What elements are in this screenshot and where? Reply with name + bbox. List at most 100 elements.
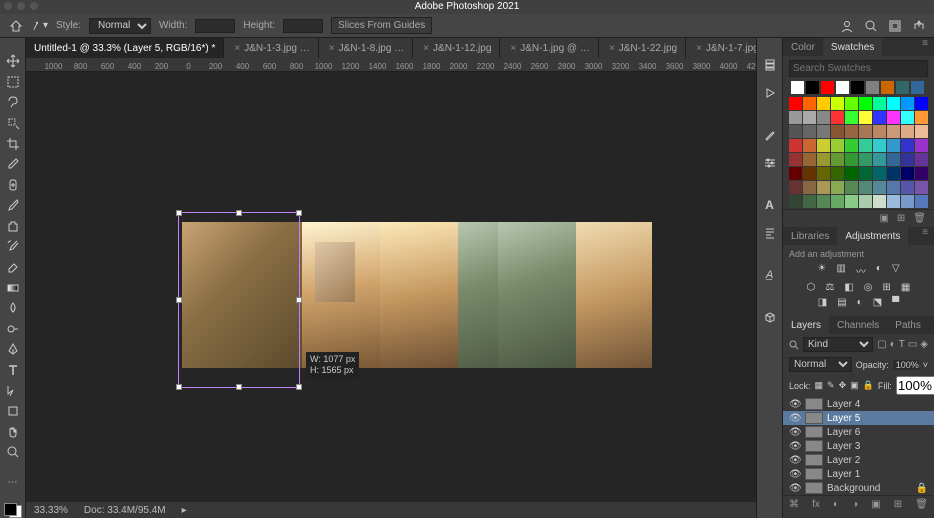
swatch[interactable]: [887, 139, 900, 152]
swatch[interactable]: [887, 167, 900, 180]
swatch[interactable]: [831, 167, 844, 180]
fill-input[interactable]: [896, 376, 934, 395]
blur-tool-icon[interactable]: [2, 301, 24, 316]
gradient-tool-icon[interactable]: [2, 280, 24, 295]
swatch[interactable]: [803, 125, 816, 138]
clone-tool-icon[interactable]: [2, 219, 24, 234]
swatch[interactable]: [831, 125, 844, 138]
hue-icon[interactable]: ⬡: [807, 282, 816, 293]
levels-icon[interactable]: ▥: [836, 263, 845, 278]
actions-panel-icon[interactable]: [759, 82, 781, 104]
color-swatch[interactable]: [4, 503, 22, 518]
swatch[interactable]: [817, 181, 830, 194]
swatch[interactable]: [887, 181, 900, 194]
workspace-icon[interactable]: [888, 19, 902, 33]
swatch[interactable]: [859, 125, 872, 138]
swatch[interactable]: [915, 181, 928, 194]
document-tab[interactable]: Untitled-1 @ 33.3% (Layer 5, RGB/16*) *: [26, 38, 224, 58]
paragraph-panel-icon[interactable]: [759, 222, 781, 244]
swatch[interactable]: [831, 111, 844, 124]
placed-image[interactable]: [182, 222, 302, 368]
exposure-icon[interactable]: ◐: [876, 263, 882, 278]
panel-menu-icon[interactable]: ≡: [916, 227, 934, 245]
colorbalance-icon[interactable]: ⚖: [825, 282, 834, 293]
shape-tool-icon[interactable]: [2, 404, 24, 419]
swatch[interactable]: [915, 125, 928, 138]
crop-tool-icon[interactable]: [2, 136, 24, 151]
eraser-tool-icon[interactable]: [2, 260, 24, 275]
tab-layers[interactable]: Layers: [783, 316, 829, 334]
swatch-search[interactable]: [789, 60, 928, 77]
width-input[interactable]: [195, 19, 235, 33]
swatch[interactable]: [887, 195, 900, 208]
swatch[interactable]: [901, 111, 914, 124]
height-input[interactable]: [283, 19, 323, 33]
swatch[interactable]: [887, 153, 900, 166]
panel-menu-icon[interactable]: ≡: [916, 38, 934, 56]
swatch[interactable]: [789, 153, 802, 166]
visibility-icon[interactable]: 👁: [789, 427, 801, 438]
swatch[interactable]: [881, 81, 894, 94]
layer-row[interactable]: 👁Layer 4: [783, 397, 934, 411]
swatch[interactable]: [915, 167, 928, 180]
layer-filter-select[interactable]: Kind: [803, 337, 873, 352]
blend-mode-select[interactable]: Normal: [789, 357, 852, 372]
bw-icon[interactable]: ◧: [844, 282, 853, 293]
swatch[interactable]: [873, 181, 886, 194]
swatch[interactable]: [817, 139, 830, 152]
link-layers-icon[interactable]: ⌘: [789, 499, 799, 510]
lock-all-icon[interactable]: 🔒: [863, 380, 874, 391]
glyphs-panel-icon[interactable]: A̲: [759, 264, 781, 286]
lock-nest-icon[interactable]: ▣: [850, 380, 859, 391]
swatch[interactable]: [845, 111, 858, 124]
style-select[interactable]: Normal: [89, 18, 151, 34]
swatch[interactable]: [845, 195, 858, 208]
swatch[interactable]: [803, 195, 816, 208]
canvas[interactable]: W: 1077 pxH: 1565 px: [26, 72, 756, 502]
home-icon[interactable]: [8, 18, 24, 34]
edit-toolbar-icon[interactable]: ⋯: [2, 475, 24, 490]
swatch[interactable]: [806, 81, 819, 94]
swatch[interactable]: [915, 195, 928, 208]
swatch[interactable]: [873, 125, 886, 138]
swatch[interactable]: [859, 195, 872, 208]
swatch[interactable]: [873, 97, 886, 110]
swatch[interactable]: [817, 195, 830, 208]
swatch[interactable]: [817, 125, 830, 138]
search-icon[interactable]: [864, 19, 878, 33]
gradient-icon[interactable]: ▀: [892, 297, 899, 308]
swatch[interactable]: [803, 111, 816, 124]
placed-image[interactable]: [315, 242, 355, 302]
swatch[interactable]: [915, 111, 928, 124]
visibility-icon[interactable]: 👁: [789, 399, 801, 410]
swatch[interactable]: [866, 81, 879, 94]
document-tab[interactable]: ×J&N-1-3.jpg …: [224, 38, 318, 58]
placed-image[interactable]: [380, 222, 458, 368]
swatch-search-input[interactable]: [793, 63, 925, 74]
new-group-icon[interactable]: ▣: [871, 499, 880, 510]
swatch[interactable]: [901, 97, 914, 110]
swatch[interactable]: [915, 153, 928, 166]
lock-pos-icon[interactable]: ✥: [839, 380, 847, 391]
document-tab[interactable]: ×J&N-1-12.jpg: [413, 38, 500, 58]
zoom-tool-icon[interactable]: [2, 445, 24, 460]
swatch[interactable]: [845, 167, 858, 180]
tab-libraries[interactable]: Libraries: [783, 227, 837, 245]
swatch[interactable]: [873, 153, 886, 166]
fx-icon[interactable]: fx: [812, 499, 820, 510]
placed-image[interactable]: [498, 222, 576, 368]
visibility-icon[interactable]: 👁: [789, 441, 801, 452]
zoom-readout[interactable]: 33.33%: [34, 505, 68, 516]
document-tab[interactable]: ×J&N-1-7.jpg …: [686, 38, 756, 58]
swatch[interactable]: [803, 153, 816, 166]
user-icon[interactable]: [840, 19, 854, 33]
swatch[interactable]: [859, 111, 872, 124]
swatch[interactable]: [836, 81, 849, 94]
swatch[interactable]: [803, 181, 816, 194]
swatch[interactable]: [803, 139, 816, 152]
swatch[interactable]: [817, 167, 830, 180]
posterize-icon[interactable]: ▤: [837, 297, 846, 308]
swatch[interactable]: [789, 97, 802, 110]
swatch[interactable]: [901, 125, 914, 138]
swatch[interactable]: [817, 153, 830, 166]
